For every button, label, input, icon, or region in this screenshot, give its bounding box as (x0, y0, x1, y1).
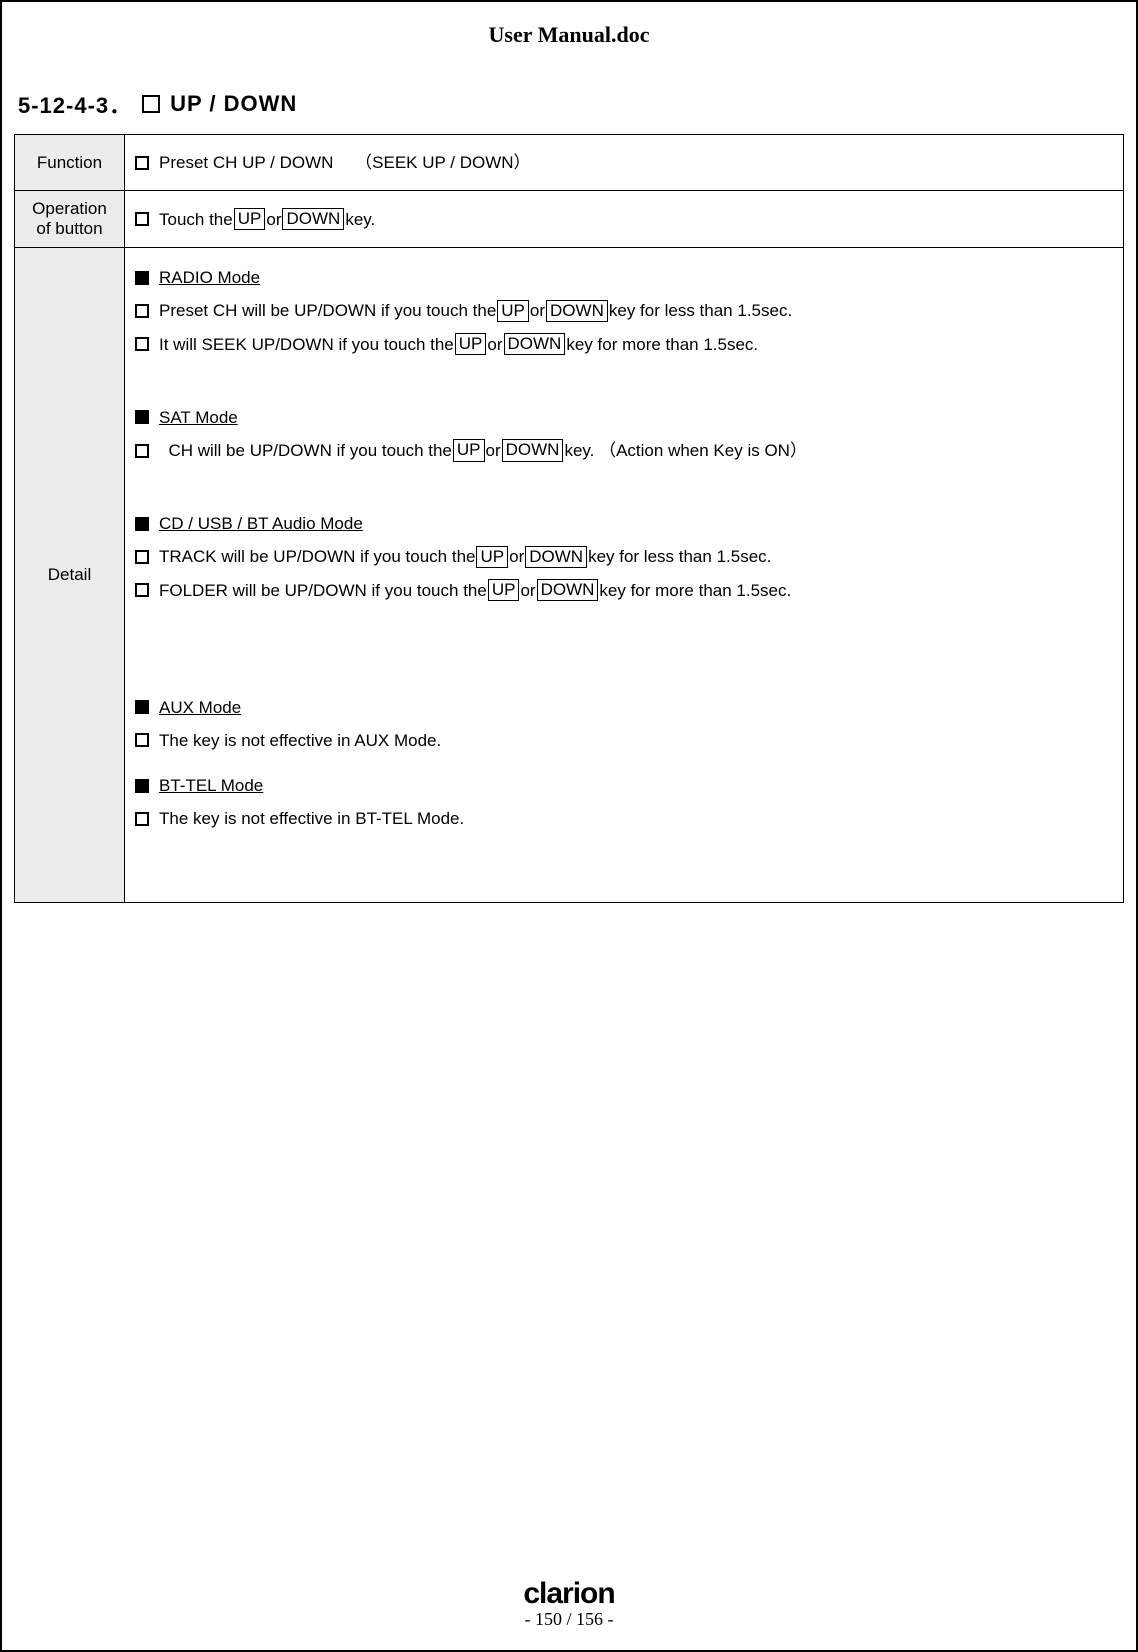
row-operation: Operation of button Touch the UP or DOWN… (15, 191, 1124, 248)
text: key. （Action when Key is ON） (564, 437, 807, 464)
section-number: 5-12-4-3． (18, 88, 132, 120)
checkbox-icon (142, 95, 160, 113)
row-function: Function Preset CH UP / DOWN （SEEK UP / … (15, 135, 1124, 191)
heading-aux: AUX Mode (159, 694, 241, 721)
label-operation-l2: of button (36, 219, 102, 238)
key-down: DOWN (504, 333, 566, 355)
checkbox-icon (135, 812, 149, 826)
footer: clarion - 150 / 156 - (2, 1577, 1136, 1630)
key-up: UP (488, 579, 520, 601)
checkbox-icon (135, 550, 149, 564)
function-text: Preset CH UP / DOWN （SEEK UP / DOWN） (159, 149, 531, 176)
text: or (486, 437, 501, 464)
key-up: UP (455, 333, 487, 355)
label-function: Function (15, 135, 125, 191)
key-up: UP (476, 546, 508, 568)
key-up: UP (234, 208, 266, 230)
text: key for less than 1.5sec. (588, 543, 771, 570)
checkbox-icon (135, 583, 149, 597)
key-up: UP (453, 439, 485, 461)
text: TRACK will be UP/DOWN if you touch the (159, 543, 475, 570)
brand-logo: clarion (2, 1577, 1136, 1611)
text: key. (345, 206, 375, 233)
key-down: DOWN (502, 439, 564, 461)
key-down: DOWN (537, 579, 599, 601)
text: The key is not effective in BT-TEL Mode. (159, 805, 464, 832)
text: or (520, 577, 535, 604)
cell-detail: RADIO Mode Preset CH will be UP/DOWN if … (125, 248, 1124, 903)
text: key for more than 1.5sec. (566, 331, 758, 358)
checkbox-icon (135, 733, 149, 747)
page: User Manual.doc 5-12-4-3． UP / DOWN Func… (0, 0, 1138, 1652)
heading-radio: RADIO Mode (159, 264, 260, 291)
label-operation: Operation of button (15, 191, 125, 248)
black-square-icon (135, 271, 149, 285)
cell-function: Preset CH UP / DOWN （SEEK UP / DOWN） (125, 135, 1124, 191)
checkbox-icon (135, 156, 149, 170)
key-down: DOWN (546, 300, 608, 322)
page-number: - 150 / 156 - (2, 1609, 1136, 1630)
spec-table: Function Preset CH UP / DOWN （SEEK UP / … (14, 134, 1124, 903)
heading-sat: SAT Mode (159, 404, 238, 431)
key-up: UP (497, 300, 529, 322)
checkbox-icon (135, 212, 149, 226)
black-square-icon (135, 700, 149, 714)
text: or (530, 297, 545, 324)
row-detail: Detail RADIO Mode Preset CH will be UP/D… (15, 248, 1124, 903)
label-operation-l1: Operation (32, 199, 107, 218)
black-square-icon (135, 517, 149, 531)
text: or (487, 331, 502, 358)
text: key for less than 1.5sec. (609, 297, 792, 324)
key-down: DOWN (282, 208, 344, 230)
heading-bttel: BT-TEL Mode (159, 772, 263, 799)
black-square-icon (135, 410, 149, 424)
text: CH will be UP/DOWN if you touch the (168, 437, 451, 464)
checkbox-icon (135, 337, 149, 351)
section-heading: 5-12-4-3． UP / DOWN (18, 88, 1124, 120)
text: or (266, 206, 281, 233)
text: FOLDER will be UP/DOWN if you touch the (159, 577, 487, 604)
section-title: UP / DOWN (170, 91, 297, 117)
cell-operation: Touch the UP or DOWN key. (125, 191, 1124, 248)
text: It will SEEK UP/DOWN if you touch the (159, 331, 454, 358)
text: key for more than 1.5sec. (599, 577, 791, 604)
black-square-icon (135, 779, 149, 793)
checkbox-icon (135, 444, 149, 458)
label-detail: Detail (15, 248, 125, 903)
heading-cd: CD / USB / BT Audio Mode (159, 510, 363, 537)
text: The key is not effective in AUX Mode. (159, 727, 441, 754)
text: Preset CH will be UP/DOWN if you touch t… (159, 297, 496, 324)
checkbox-icon (135, 304, 149, 318)
key-down: DOWN (525, 546, 587, 568)
text: Touch the (159, 206, 233, 233)
text: or (509, 543, 524, 570)
document-title: User Manual.doc (14, 22, 1124, 48)
